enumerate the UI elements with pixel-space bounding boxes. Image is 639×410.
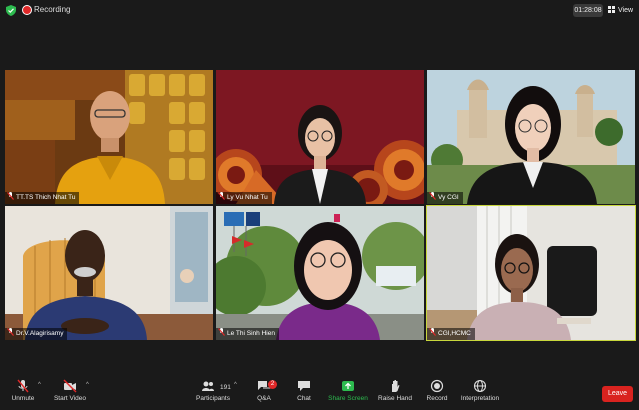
recording-icon xyxy=(22,5,32,15)
raise-hand-button[interactable]: Raise Hand xyxy=(377,379,413,402)
participant-name: Dr.V.Alagirisamy xyxy=(16,330,64,337)
participant-name: TT.TS Thich Nhat Tu xyxy=(16,194,76,201)
qa-label: Q&A xyxy=(257,395,271,402)
meeting-toolbar: Unmute ^ Start Video ^ Participants 191 … xyxy=(0,375,639,410)
muted-mic-icon xyxy=(218,328,225,336)
interpretation-button[interactable]: Interpretation xyxy=(458,379,502,402)
muted-mic-icon xyxy=(17,379,29,393)
video-feed xyxy=(216,70,424,204)
participants-icon xyxy=(202,381,214,391)
share-screen-icon xyxy=(342,381,354,391)
start-video-button[interactable]: Start Video xyxy=(50,379,90,402)
unmute-button[interactable]: Unmute xyxy=(8,379,38,402)
participant-name: Ly Vu Nhat Tu xyxy=(227,194,268,201)
video-tile[interactable]: Vy CGI xyxy=(427,70,635,204)
participant-nameplate: CGI,HCMC xyxy=(427,328,475,340)
participant-name: Le Thi Sinh Hien xyxy=(227,330,275,337)
participant-nameplate: Vy CGI xyxy=(427,192,463,204)
video-tile[interactable]: Le Thi Sinh Hien xyxy=(216,206,424,340)
top-bar: Recording 01:28:08 View xyxy=(0,0,639,22)
share-screen-button[interactable]: Share Screen xyxy=(327,379,369,402)
participant-nameplate: Le Thi Sinh Hien xyxy=(216,328,279,340)
participant-nameplate: Dr.V.Alagirisamy xyxy=(5,328,68,340)
video-tile[interactable]: TT.TS Thich Nhat Tu xyxy=(5,70,213,204)
meeting-timer: 01:28:08 xyxy=(573,4,603,17)
leave-button[interactable]: Leave xyxy=(602,386,633,402)
record-icon xyxy=(430,379,444,393)
share-screen-label: Share Screen xyxy=(328,395,368,402)
chat-icon xyxy=(298,381,310,391)
video-feed xyxy=(427,206,635,340)
video-feed xyxy=(216,206,424,340)
recording-label: Recording xyxy=(34,5,71,14)
participant-name: CGI,HCMC xyxy=(438,330,471,337)
grid-icon xyxy=(608,6,615,13)
start-video-label: Start Video xyxy=(53,395,87,402)
view-button[interactable]: View xyxy=(608,4,633,17)
chat-label: Chat xyxy=(297,395,311,402)
qa-unread-badge: 2 xyxy=(268,380,277,389)
video-tile-active-speaker[interactable]: CGI,HCMC xyxy=(426,205,636,341)
muted-mic-icon xyxy=(218,192,225,200)
participant-count: 191 xyxy=(220,384,231,391)
video-off-icon xyxy=(63,379,77,393)
raise-hand-label: Raise Hand xyxy=(378,395,412,402)
video-feed xyxy=(5,70,213,204)
participant-nameplate: Ly Vu Nhat Tu xyxy=(216,192,272,204)
video-feed xyxy=(5,206,213,340)
muted-mic-icon xyxy=(429,192,436,200)
unmute-label: Unmute xyxy=(11,395,35,402)
muted-mic-icon xyxy=(7,328,14,336)
chat-button[interactable]: Chat xyxy=(292,379,316,402)
video-tile[interactable]: Dr.V.Alagirisamy xyxy=(5,206,213,340)
participants-label: Participants xyxy=(196,395,230,402)
participant-name: Vy CGI xyxy=(438,194,459,201)
globe-icon xyxy=(473,379,487,393)
muted-mic-icon xyxy=(429,328,436,336)
video-options-caret-icon[interactable]: ^ xyxy=(86,382,89,388)
record-button[interactable]: Record xyxy=(423,379,451,402)
muted-mic-icon xyxy=(7,192,14,200)
shield-icon[interactable] xyxy=(6,5,16,16)
raise-hand-icon xyxy=(392,380,400,392)
video-feed xyxy=(427,70,635,204)
participant-nameplate: TT.TS Thich Nhat Tu xyxy=(5,192,80,204)
video-tile[interactable]: Ly Vu Nhat Tu xyxy=(216,70,424,204)
interpretation-label: Interpretation xyxy=(460,395,500,402)
audio-options-caret-icon[interactable]: ^ xyxy=(38,382,41,388)
participants-options-caret-icon[interactable]: ^ xyxy=(234,382,237,388)
view-label: View xyxy=(618,7,634,14)
record-label: Record xyxy=(426,395,448,402)
